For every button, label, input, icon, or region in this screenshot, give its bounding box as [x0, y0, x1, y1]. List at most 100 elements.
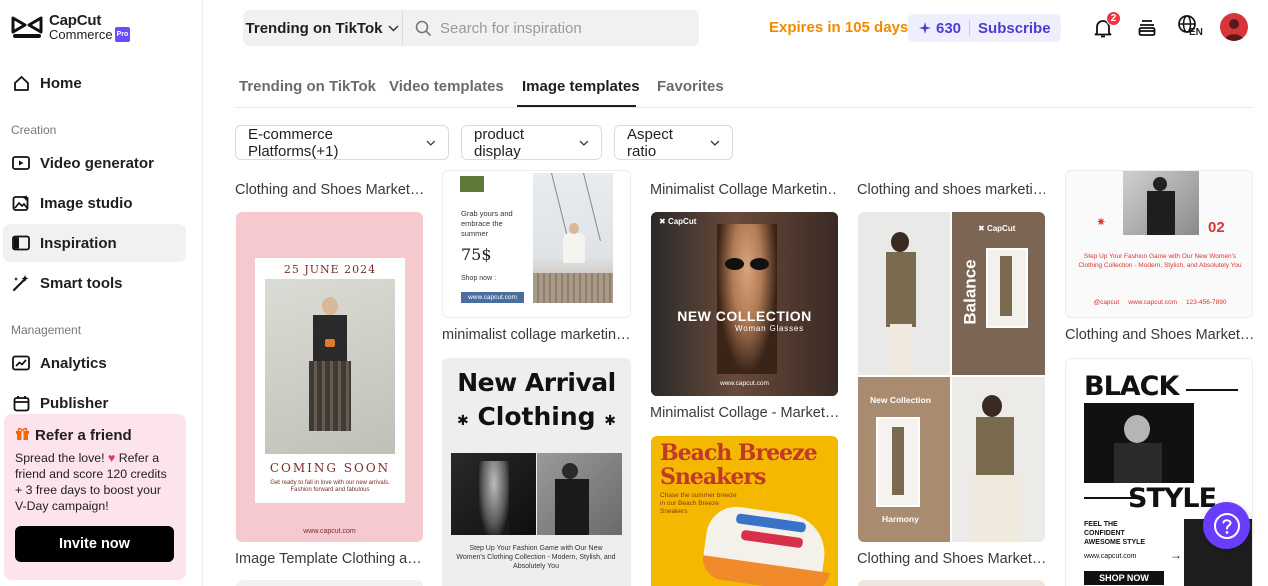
poster-headline-2: ✱ Clothing ✱: [456, 402, 616, 431]
filter-label: Aspect ratio: [627, 125, 673, 160]
template-title[interactable]: Clothing and shoes marketi…: [857, 182, 1045, 198]
sparkle-icon: [919, 22, 931, 34]
template-thumbnail[interactable]: [236, 580, 423, 586]
content-tabs: Trending on TikTok Video templates Image…: [235, 68, 1253, 108]
poster-contact: @capcut www.capcut.com 123-456-7890: [1093, 299, 1227, 306]
invite-now-button[interactable]: Invite now: [15, 526, 174, 562]
template-title[interactable]: minimalist collage marketin…: [442, 327, 630, 343]
sidebar-item-image-studio[interactable]: Image studio: [3, 184, 186, 222]
refer-body-text-1: Spread the love!: [15, 451, 108, 465]
divider: [969, 20, 971, 36]
poster-photo: [1123, 171, 1199, 235]
refer-a-friend-card: Refer a friend Spread the love! ♥ Refer …: [4, 414, 186, 580]
sidebar-item-label: Inspiration: [40, 234, 117, 252]
poster-url: www.capcut.com: [720, 380, 769, 387]
search-icon: [415, 20, 432, 36]
calendar-icon: [12, 394, 30, 412]
template-thumbnail[interactable]: BLACK STYLE FEEL THE CONFIDENT AWESOME S…: [1065, 358, 1253, 586]
poster-photo: [533, 173, 613, 303]
template-thumbnail[interactable]: Beach Breeze Sneakers Chase the summer b…: [651, 436, 838, 586]
user-avatar[interactable]: [1220, 13, 1248, 41]
template-title[interactable]: Minimalist Collage - Market…: [650, 405, 838, 421]
tab-favorites[interactable]: Favorites: [657, 78, 724, 95]
poster-frame: 25 JUNE 2024 COMING SOON Get ready to fa…: [255, 258, 405, 503]
sidebar-item-label: Smart tools: [40, 274, 123, 292]
logo-line1: CapCut: [49, 12, 102, 29]
template-thumbnail[interactable]: ✷ 02 Step Up Your Fashion Game with Our …: [1065, 170, 1253, 318]
sidebar-item-video-generator[interactable]: Video generator: [3, 144, 186, 182]
search-category-dropdown[interactable]: Trending on TikTok: [243, 10, 403, 46]
sidebar-item-inspiration[interactable]: Inspiration: [3, 224, 186, 262]
help-button[interactable]: [1203, 502, 1250, 549]
poster-photo: [265, 279, 395, 454]
template-title[interactable]: Clothing and Shoes Market…: [1065, 327, 1253, 343]
poster-leaf: [460, 176, 484, 192]
language-selector[interactable]: EN: [1177, 14, 1205, 42]
logo-text: CapCut Commerce Pro: [49, 12, 131, 42]
sidebar-item-smart-tools[interactable]: Smart tools: [3, 264, 186, 302]
pro-badge: Pro: [114, 27, 131, 42]
filter-aspect-ratio[interactable]: Aspect ratio: [614, 125, 733, 160]
poster-logo-text: CapCut: [986, 224, 1016, 233]
template-thumbnail[interactable]: New Arrival ✱ Clothing ✱ Step Up Your Fa…: [442, 358, 631, 586]
poster-feel: FEEL THE CONFIDENT AWESOME STYLE: [1084, 521, 1146, 546]
chevron-down-icon: [710, 140, 720, 146]
poster-quad-bl: New Collection Harmony: [858, 377, 950, 542]
tab-trending-on-tiktok[interactable]: Trending on TikTok: [239, 78, 376, 95]
poster-logo: ✖ CapCut: [659, 217, 697, 226]
subscribe-button[interactable]: Subscribe: [978, 20, 1051, 37]
template-thumbnail[interactable]: Grab yours and embrace the summer 75$ Sh…: [442, 170, 631, 318]
search-field: [403, 19, 699, 37]
sidebar-item-label: Publisher: [40, 394, 109, 412]
poster-headline-1: Beach Breeze: [660, 440, 818, 466]
poster-photo: [1084, 403, 1194, 483]
poster-logo-text: CapCut: [667, 217, 697, 226]
poster-balance: Balance: [960, 259, 980, 325]
poster-url: www.capcut.com: [303, 528, 356, 535]
search-category-label: Trending on TikTok: [245, 19, 383, 37]
divider: [1186, 389, 1238, 391]
sidebar-item-home[interactable]: Home: [3, 64, 186, 102]
tab-image-templates[interactable]: Image templates: [522, 78, 640, 95]
template-thumbnail[interactable]: ✖ CapCut NEW COLLECTION Woman Glasses ww…: [651, 212, 838, 396]
notifications-button[interactable]: 2: [1089, 11, 1121, 42]
poster-headline: NEW COLLECTION: [677, 308, 812, 324]
poster-coming-soon: COMING SOON: [269, 461, 391, 475]
template-title[interactable]: Clothing and Shoes Market…: [235, 182, 423, 198]
poster-headline-1: New Arrival: [457, 368, 616, 397]
template-thumbnail[interactable]: [858, 580, 1045, 586]
poster-newcol: New Collection: [870, 395, 931, 405]
capcut-commerce-logo[interactable]: CapCut Commerce Pro: [11, 12, 131, 42]
app-root: CapCut Commerce Pro Home Creation Video g…: [0, 0, 1268, 586]
credits-count[interactable]: 630: [908, 20, 961, 37]
sidebar-item-label: Image studio: [40, 194, 133, 212]
poster-quad-br: [952, 377, 1045, 542]
template-title[interactable]: Minimalist Collage Marketin…: [650, 182, 838, 198]
sidebar: CapCut Commerce Pro Home Creation Video g…: [0, 0, 203, 586]
subscription-expiry-text: Expires in 105 days: [769, 19, 909, 36]
poster-text: Grab yours and embrace the summer: [461, 209, 513, 238]
template-thumbnail[interactable]: ✖ CapCut Balance New Collection Harmony: [858, 212, 1045, 542]
poster-photo-right: [537, 453, 622, 535]
active-tab-indicator: [517, 105, 636, 107]
chevron-down-icon: [388, 24, 399, 32]
template-thumbnail[interactable]: 25 JUNE 2024 COMING SOON Get ready to fa…: [236, 212, 423, 542]
filter-ecommerce-platforms[interactable]: E-commerce Platforms(+1): [235, 125, 449, 160]
sidebar-item-analytics[interactable]: Analytics: [3, 344, 186, 382]
template-title[interactable]: Image Template Clothing a…: [235, 551, 423, 567]
credits-and-subscribe: 630 Subscribe: [908, 14, 1061, 42]
search-input[interactable]: [440, 19, 680, 37]
poster-quad-tl: [858, 212, 950, 375]
inbox-button[interactable]: [1133, 14, 1161, 42]
template-grid: Clothing and Shoes Market… 25 JUNE 2024 …: [235, 170, 1255, 586]
tab-video-templates[interactable]: Video templates: [389, 78, 504, 95]
poster-price: 75$: [461, 245, 492, 264]
filter-product-display[interactable]: product display: [461, 125, 602, 160]
magic-wand-icon: [12, 274, 30, 292]
section-label-creation: Creation: [11, 123, 57, 137]
template-title[interactable]: Clothing and Shoes Market…: [857, 551, 1045, 567]
poster-quad-tr: ✖ CapCut Balance: [952, 212, 1045, 375]
video-generator-icon: [12, 154, 30, 172]
chevron-down-icon: [426, 140, 436, 146]
sidebar-item-label: Analytics: [40, 354, 107, 372]
